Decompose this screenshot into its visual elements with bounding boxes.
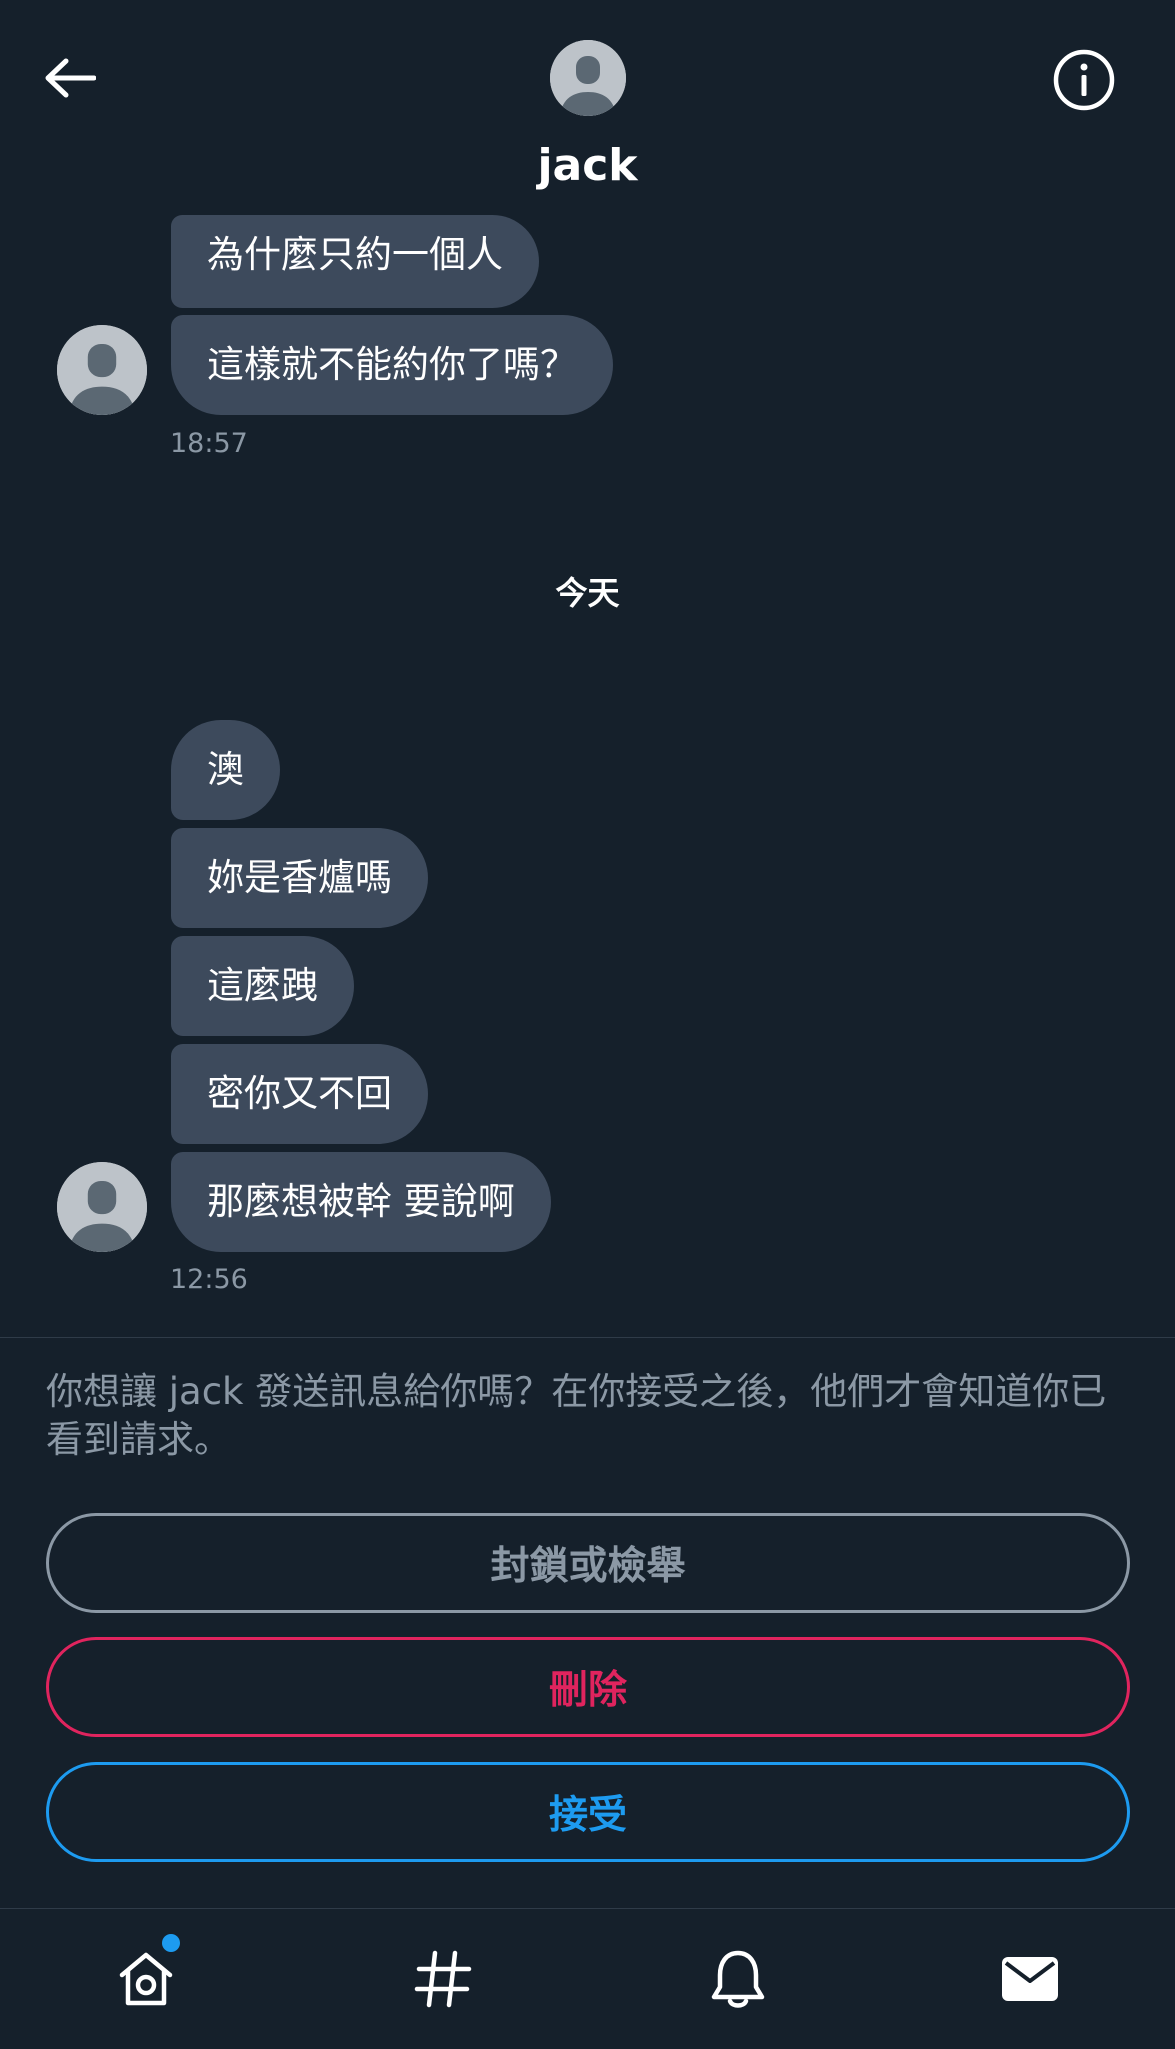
delete-button[interactable]: 刪除 (46, 1637, 1130, 1737)
nav-notifications[interactable] (698, 1939, 778, 2019)
sender-avatar[interactable] (57, 1162, 147, 1252)
accept-button[interactable]: 接受 (46, 1762, 1130, 1862)
nav-messages[interactable] (990, 1939, 1070, 2019)
default-avatar-icon (57, 325, 147, 415)
message-bubble[interactable]: 為什麼只約一個人 (171, 215, 539, 308)
arrow-left-icon (45, 58, 96, 98)
section-divider (0, 1337, 1175, 1338)
bell-icon (711, 1950, 765, 2008)
message-request-prompt: 你想讓 jack 發送訊息給你嗎？在你接受之後，他們才會知道你已看到請求。 (46, 1370, 1107, 1461)
message-text: 密你又不回 (207, 1072, 392, 1115)
message-timestamp: 18:57 (170, 428, 248, 459)
sender-avatar[interactable] (57, 325, 147, 415)
message-bubble[interactable]: 澳 (171, 720, 280, 820)
nav-explore[interactable] (403, 1939, 483, 2019)
mail-icon (1002, 1957, 1058, 2001)
info-circle-icon (1053, 49, 1115, 111)
contact-avatar[interactable] (550, 40, 626, 116)
hashtag-icon (414, 1950, 472, 2008)
block-or-report-button[interactable]: 封鎖或檢舉 (46, 1513, 1130, 1613)
message-text: 這麼跩 (207, 964, 318, 1007)
message-text: 這樣就不能約你了嗎？ (207, 343, 577, 386)
message-bubble[interactable]: 密你又不回 (171, 1044, 428, 1144)
message-bubble[interactable]: 那麼想被幹 要說啊 (171, 1152, 551, 1252)
contact-name: jack (537, 140, 638, 191)
message-text: 澳 (207, 748, 244, 791)
bottom-navigation (0, 1908, 1175, 2049)
conversation-info-button[interactable] (1052, 48, 1116, 112)
unread-indicator-dot (162, 1934, 180, 1952)
conversation-header: jack (0, 0, 1175, 215)
message-text: 妳是香爐嗎 (207, 856, 392, 899)
message-text: 那麼想被幹 要說啊 (207, 1180, 515, 1223)
message-timestamp: 12:56 (170, 1264, 248, 1295)
default-avatar-icon (57, 1162, 147, 1252)
message-text: 為什麼只約一個人 (207, 233, 503, 276)
day-separator: 今天 (555, 574, 620, 612)
default-avatar-icon (550, 40, 626, 116)
home-icon (119, 1952, 173, 2006)
message-bubble[interactable]: 妳是香爐嗎 (171, 828, 428, 928)
back-button[interactable] (40, 52, 100, 104)
message-bubble[interactable]: 這麼跩 (171, 936, 354, 1036)
message-bubble[interactable]: 這樣就不能約你了嗎？ (171, 315, 613, 415)
